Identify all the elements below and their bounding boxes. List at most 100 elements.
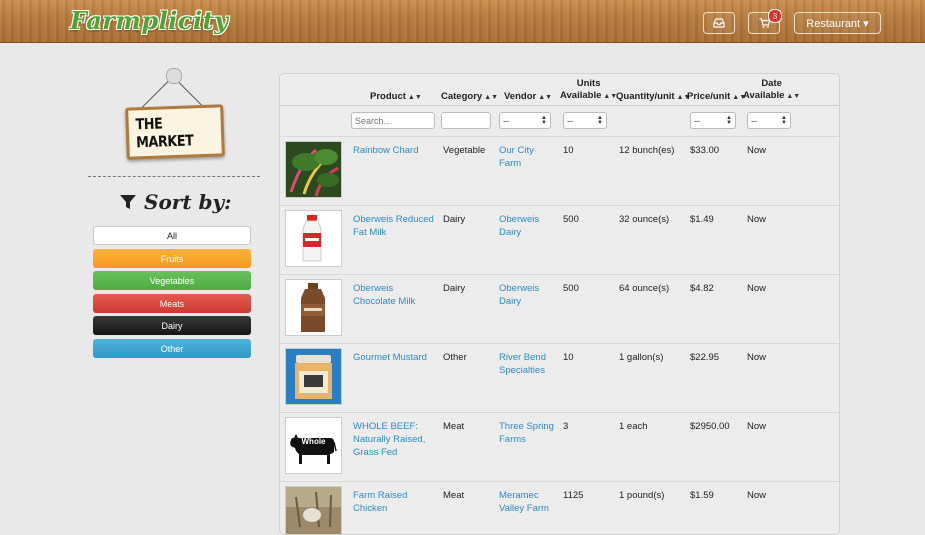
col-header-product-label: Product — [370, 91, 406, 102]
col-header-units[interactable]: Units Available ▲▼ — [560, 78, 617, 103]
units-available: 500 — [563, 214, 579, 225]
product-thumbnail[interactable] — [285, 348, 342, 405]
sort-icon: ▲▼ — [484, 94, 499, 101]
select-arrows-icon: ▲ ▼ — [726, 114, 732, 126]
product-thumbnail[interactable] — [285, 279, 342, 336]
app-logo[interactable]: Farmplicity — [70, 6, 229, 35]
sort-by-heading: Sort by: — [120, 190, 232, 214]
thumbnail-caption: Whole — [301, 437, 326, 446]
table-row[interactable]: Oberweis Reduced Fat Milk Dairy Oberweis… — [280, 205, 839, 275]
col-header-units-line1: Units — [576, 78, 601, 89]
date-filter-value: -- — [751, 115, 757, 126]
product-name-link[interactable]: Farm Raised Chicken — [353, 489, 433, 515]
col-header-units-line2: Available — [560, 90, 602, 101]
vendor-link[interactable]: Oberweis Dairy — [499, 282, 553, 308]
quantity-per-unit: 32 ounce(s) — [619, 214, 670, 225]
product-name-link[interactable]: WHOLE BEEF: Naturally Raised, Grass Fed — [353, 420, 431, 459]
col-header-category[interactable]: Category ▲▼ — [441, 91, 498, 104]
category-all-button[interactable]: All — [93, 226, 251, 245]
date-filter-select[interactable]: -- ▲ ▼ — [747, 112, 791, 129]
col-header-vendor[interactable]: Vendor ▲▼ — [504, 91, 552, 104]
header-divider — [280, 105, 839, 106]
product-category: Dairy — [443, 214, 466, 225]
role-dropdown-button[interactable]: Restaurant ▾ — [794, 12, 881, 34]
product-table: Product ▲▼ Category ▲▼ Vendor ▲▼ Units Avai… — [279, 73, 840, 535]
quantity-per-unit: 1 pound(s) — [619, 490, 665, 501]
sort-by-label: Sort by: — [144, 190, 232, 214]
vendor-filter-select[interactable]: -- ▲ ▼ — [499, 112, 551, 129]
select-arrows-icon: ▲ ▼ — [781, 114, 787, 126]
top-navbar: Farmplicity 3 Restaurant ▾ — [0, 0, 925, 43]
market-sign: THE MARKET — [120, 66, 230, 166]
filter-icon — [120, 195, 136, 209]
product-search-input[interactable] — [351, 112, 435, 129]
product-category: Meat — [443, 490, 465, 501]
price-per-unit: $22.95 — [690, 352, 720, 363]
category-meats-button[interactable]: Meats — [93, 294, 251, 313]
col-header-product[interactable]: Product ▲▼ — [370, 91, 422, 104]
product-thumbnail[interactable] — [285, 486, 342, 534]
cart-button[interactable]: 3 — [748, 9, 782, 34]
units-filter-select[interactable]: -- ▲ ▼ — [563, 112, 607, 129]
col-header-price-label: Price/unit — [687, 91, 731, 102]
table-row[interactable]: Whole WHOLE BEEF: Naturally Raised, Gras… — [280, 412, 839, 482]
product-thumbnail[interactable] — [285, 210, 342, 267]
col-header-date-line1: Date — [761, 78, 782, 89]
sort-icon: ▲▼ — [538, 94, 553, 101]
product-thumbnail[interactable] — [285, 141, 342, 198]
date-available: Now — [747, 283, 767, 294]
units-filter-value: -- — [567, 115, 573, 126]
table-row[interactable]: Farm Raised Chicken Meat Meramec Valley … — [280, 481, 839, 534]
table-row[interactable]: Oberweis Chocolate Milk Dairy Oberweis D… — [280, 274, 839, 344]
product-category: Vegetable — [443, 145, 486, 156]
price-per-unit: $1.59 — [690, 490, 714, 501]
sign-board: THE MARKET — [125, 104, 225, 160]
product-name-link[interactable]: Oberweis Chocolate Milk — [353, 282, 433, 308]
date-available: Now — [747, 214, 767, 225]
col-header-category-label: Category — [441, 91, 483, 102]
col-header-date[interactable]: Date Available ▲▼ — [743, 78, 800, 103]
inbox-button[interactable] — [703, 12, 735, 34]
chicken-image — [286, 487, 341, 534]
units-available: 3 — [563, 421, 569, 432]
date-available: Now — [747, 421, 767, 432]
price-per-unit: $33.00 — [690, 145, 720, 156]
vendor-link[interactable]: Meramec Valley Farm — [499, 489, 559, 515]
product-name-link[interactable]: Rainbow Chard — [353, 144, 438, 157]
category-other-button[interactable]: Other — [93, 339, 251, 358]
milk-bottle-image — [286, 211, 341, 266]
date-available: Now — [747, 145, 767, 156]
sign-pin-icon — [166, 68, 182, 84]
category-vegetables-button[interactable]: Vegetables — [93, 271, 251, 290]
sort-icon: ▲▼ — [786, 93, 801, 100]
product-category: Meat — [443, 421, 465, 432]
units-available: 10 — [563, 352, 574, 363]
units-available: 1125 — [563, 490, 584, 501]
category-dairy-button[interactable]: Dairy — [93, 316, 251, 335]
price-filter-select[interactable]: -- ▲ ▼ — [690, 112, 736, 129]
col-header-date-line2: Available — [743, 90, 785, 101]
product-thumbnail[interactable]: Whole — [285, 417, 342, 474]
table-row[interactable]: Gourmet Mustard Other River Bend Special… — [280, 343, 839, 413]
vendor-link[interactable]: Our City Farm — [499, 144, 553, 170]
quantity-per-unit: 64 ounce(s) — [619, 283, 670, 294]
col-header-vendor-label: Vendor — [504, 91, 537, 102]
vendor-link[interactable]: Three Spring Farms — [499, 420, 559, 446]
quantity-per-unit: 1 gallon(s) — [619, 352, 664, 363]
price-per-unit: $1.49 — [690, 214, 714, 225]
table-row[interactable]: Rainbow Chard Vegetable Our City Farm 10… — [280, 136, 839, 206]
product-name-link[interactable]: Oberweis Reduced Fat Milk — [353, 213, 441, 239]
cart-count-badge: 3 — [768, 9, 782, 23]
product-name-link[interactable]: Gourmet Mustard — [353, 351, 441, 364]
chocolate-milk-image — [286, 280, 341, 335]
price-per-unit: $2950.00 — [690, 421, 730, 432]
vendor-link[interactable]: Oberweis Dairy — [499, 213, 553, 239]
category-fruits-button[interactable]: Fruits — [93, 249, 251, 268]
vendor-link[interactable]: River Bend Specialties — [499, 351, 553, 377]
vendor-filter-value: -- — [503, 115, 509, 126]
price-per-unit: $4.82 — [690, 283, 714, 294]
category-filter-input[interactable] — [441, 112, 491, 129]
date-available: Now — [747, 352, 767, 363]
col-header-qty[interactable]: Quantity/unit ▲▼ — [616, 91, 690, 104]
col-header-price[interactable]: Price/unit ▲▼ — [687, 91, 746, 104]
